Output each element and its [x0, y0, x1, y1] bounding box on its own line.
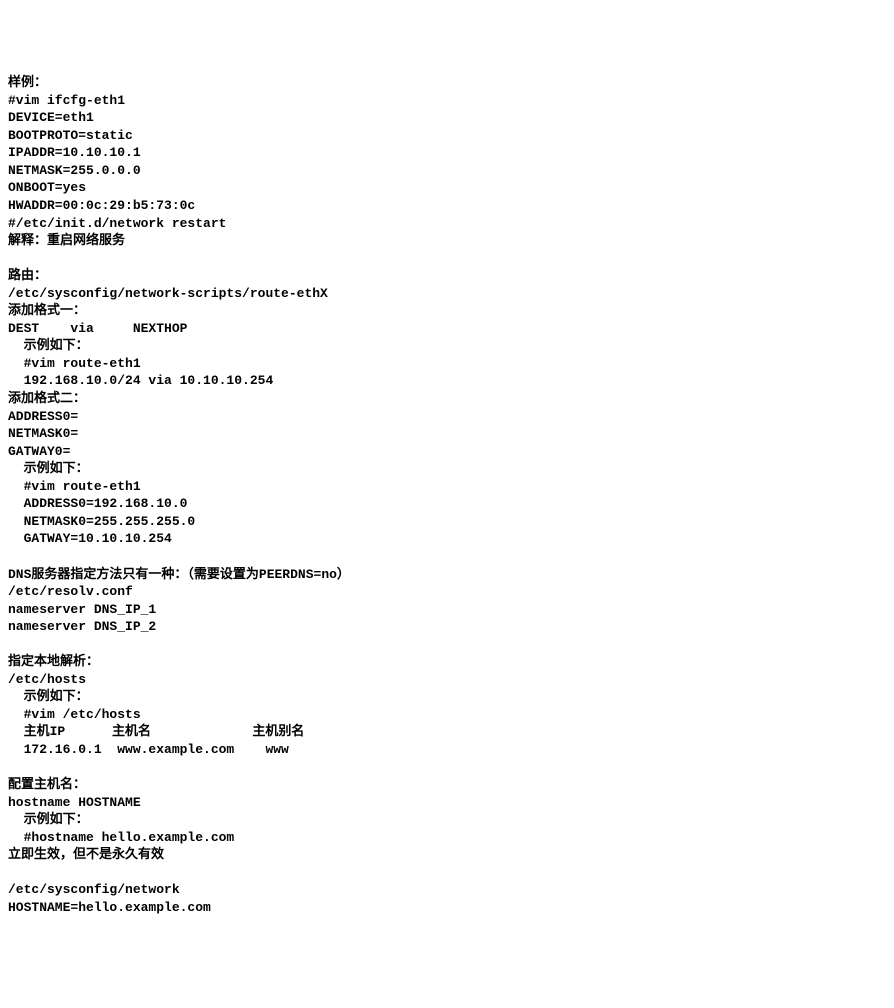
text-line: #vim route-eth1 — [8, 355, 886, 373]
text-line: 解释：重启网络服务 — [8, 232, 886, 250]
text-line — [8, 759, 886, 777]
text-line: #/etc/init.d/network restart — [8, 215, 886, 233]
text-line: HWADDR=00:0c:29:b5:73:0c — [8, 197, 886, 215]
text-line: 示例如下： — [8, 688, 886, 706]
text-line: #hostname hello.example.com — [8, 829, 886, 847]
text-line: IPADDR=10.10.10.1 — [8, 144, 886, 162]
text-line — [8, 636, 886, 654]
text-line: DEST via NEXTHOP — [8, 320, 886, 338]
text-line: ONBOOT=yes — [8, 179, 886, 197]
text-line: ADDRESS0= — [8, 408, 886, 426]
text-line: BOOTPROTO=static — [8, 127, 886, 145]
text-line: ADDRESS0=192.168.10.0 — [8, 495, 886, 513]
document-body: 样例：#vim ifcfg-eth1DEVICE=eth1BOOTPROTO=s… — [8, 74, 886, 916]
text-line: 示例如下： — [8, 811, 886, 829]
text-line: 172.16.0.1 www.example.com www — [8, 741, 886, 759]
text-line: GATWAY=10.10.10.254 — [8, 530, 886, 548]
text-line: 指定本地解析： — [8, 653, 886, 671]
text-line: /etc/resolv.conf — [8, 583, 886, 601]
text-line: nameserver DNS_IP_1 — [8, 601, 886, 619]
text-line: NETMASK0=255.255.255.0 — [8, 513, 886, 531]
text-line: GATWAY0= — [8, 443, 886, 461]
text-line: NETMASK=255.0.0.0 — [8, 162, 886, 180]
text-line: hostname HOSTNAME — [8, 794, 886, 812]
text-line: /etc/sysconfig/network-scripts/route-eth… — [8, 285, 886, 303]
text-line: nameserver DNS_IP_2 — [8, 618, 886, 636]
text-line: /etc/hosts — [8, 671, 886, 689]
text-line: 主机IP 主机名 主机别名 — [8, 723, 886, 741]
text-line: 示例如下： — [8, 460, 886, 478]
text-line: #vim ifcfg-eth1 — [8, 92, 886, 110]
text-line — [8, 864, 886, 882]
text-line: DEVICE=eth1 — [8, 109, 886, 127]
text-line: 立即生效，但不是永久有效 — [8, 846, 886, 864]
text-line: 样例： — [8, 74, 886, 92]
text-line — [8, 250, 886, 268]
text-line — [8, 548, 886, 566]
text-line: #vim route-eth1 — [8, 478, 886, 496]
text-line: HOSTNAME=hello.example.com — [8, 899, 886, 917]
text-line: 192.168.10.0/24 via 10.10.10.254 — [8, 372, 886, 390]
text-line: #vim /etc/hosts — [8, 706, 886, 724]
text-line: 配置主机名： — [8, 776, 886, 794]
text-line: 添加格式一： — [8, 302, 886, 320]
text-line: /etc/sysconfig/network — [8, 881, 886, 899]
text-line: 添加格式二： — [8, 390, 886, 408]
text-line: DNS服务器指定方法只有一种：（需要设置为PEERDNS=no） — [8, 566, 886, 584]
text-line: 示例如下： — [8, 337, 886, 355]
text-line: 路由： — [8, 267, 886, 285]
text-line: NETMASK0= — [8, 425, 886, 443]
